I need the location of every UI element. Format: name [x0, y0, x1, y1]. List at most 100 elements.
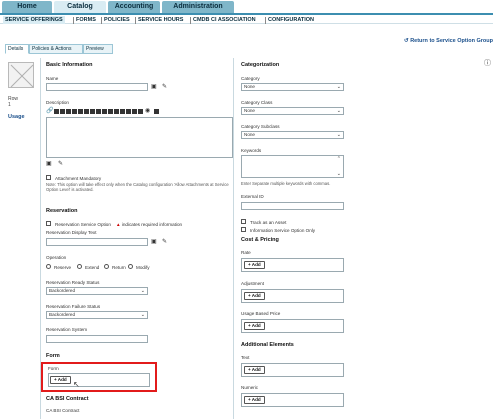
highlight-box	[41, 362, 157, 392]
subnav-configuration[interactable]: CONFIGURATION	[268, 17, 314, 23]
operation-modify-radio[interactable]	[128, 264, 133, 269]
numeric-element-label: Numeric	[241, 385, 259, 390]
description-textarea[interactable]	[46, 117, 233, 158]
reservation-ready-status-select[interactable]: Backordered ⌄	[46, 287, 148, 295]
form-heading: Form	[46, 353, 60, 359]
operation-extend-radio[interactable]	[77, 264, 82, 269]
add-rate-button[interactable]: + Add	[244, 261, 265, 269]
subnav-forms[interactable]: FORMS	[76, 17, 96, 23]
pencil-icon[interactable]: ✎	[162, 238, 167, 245]
subnav-service-offerings[interactable]: SERVICE OFFERINGS	[3, 16, 65, 24]
track-asset-label: Track as an Asset	[250, 220, 287, 225]
category-value: None	[244, 84, 255, 89]
operation-return-label: Return	[112, 265, 126, 270]
row-value: 1	[8, 102, 11, 108]
usage-based-price-label: Usage Based Price	[241, 311, 281, 316]
align-left-icon[interactable]	[78, 109, 83, 114]
information-only-checkbox[interactable]	[241, 227, 246, 232]
category-label: Category	[241, 76, 260, 81]
chevron-down-icon[interactable]: ⌄	[337, 171, 341, 177]
tab-details[interactable]: Details	[5, 44, 29, 54]
category-subclass-label: Category Subclass	[241, 124, 280, 129]
pencil-icon[interactable]: ✎	[58, 160, 63, 167]
category-select[interactable]: None ⌄	[241, 83, 344, 91]
adjustment-label: Adjustment	[241, 281, 264, 286]
reservation-system-input[interactable]	[46, 335, 148, 343]
bold-icon[interactable]	[54, 109, 59, 114]
additional-elements-heading: Additional Elements	[241, 342, 294, 348]
translate-icon[interactable]: ▣	[46, 160, 52, 167]
add-numeric-element-button[interactable]: + Add	[244, 396, 265, 404]
link-icon[interactable]: 🔗	[46, 107, 53, 114]
source-icon[interactable]	[154, 109, 159, 114]
table-icon[interactable]	[126, 109, 131, 114]
operation-reserve-radio[interactable]	[46, 264, 51, 269]
numbered-list-icon[interactable]	[108, 109, 113, 114]
return-icon: ↺	[404, 38, 409, 44]
help-icon[interactable]: ⓘ	[484, 58, 491, 68]
required-marker: ▲	[116, 222, 121, 227]
translate-icon[interactable]: ▣	[151, 238, 157, 245]
add-text-element-button[interactable]: + Add	[244, 366, 265, 374]
chevron-down-icon: ⌄	[140, 288, 145, 294]
return-to-service-option-group-link[interactable]: ↺ Return to Service Option Group	[404, 38, 493, 44]
text-color-icon[interactable]	[132, 109, 137, 114]
subnav-policies[interactable]: POLICIES	[104, 17, 130, 23]
sub-navigation: SERVICE OFFERINGS FORMS POLICIES SERVICE…	[0, 13, 493, 24]
outdent-icon[interactable]	[120, 109, 125, 114]
tab-catalog[interactable]: Catalog	[54, 1, 106, 13]
usage-link[interactable]: Usage	[8, 114, 25, 120]
category-class-label: Category Class	[241, 100, 273, 105]
tab-accounting[interactable]: Accounting	[108, 1, 160, 13]
pencil-icon[interactable]: ✎	[162, 83, 167, 90]
align-center-icon[interactable]	[84, 109, 89, 114]
operation-extend-label: Extend	[85, 265, 100, 270]
tab-policies-actions[interactable]: Policies & Actions	[29, 44, 83, 54]
reservation-display-text-input[interactable]	[46, 238, 148, 246]
keywords-textarea[interactable]: ⌃ ⌄	[241, 155, 344, 178]
category-class-value: None	[244, 108, 255, 113]
category-class-select[interactable]: None ⌄	[241, 107, 344, 115]
tab-home[interactable]: Home	[2, 1, 52, 13]
required-info-note: ▲ indicates required information	[116, 222, 182, 227]
add-adjustment-button[interactable]: + Add	[244, 292, 265, 300]
subnav-service-hours[interactable]: SERVICE HOURS	[138, 17, 183, 23]
indent-icon[interactable]	[114, 109, 119, 114]
chevron-up-icon[interactable]: ⌃	[337, 156, 341, 162]
category-subclass-select[interactable]: None ⌄	[241, 131, 344, 139]
bullet-list-icon[interactable]	[102, 109, 107, 114]
operation-return-radio[interactable]	[104, 264, 109, 269]
image-icon[interactable]: ◉	[145, 107, 150, 114]
ca-bsi-contract-heading: CA BSI Contract	[46, 396, 89, 402]
option-image-placeholder[interactable]	[8, 62, 34, 88]
operation-modify-label: Modify	[136, 265, 150, 270]
justify-icon[interactable]	[96, 109, 101, 114]
name-input[interactable]	[46, 83, 148, 91]
external-id-label: External ID	[241, 194, 264, 199]
attachment-mandatory-checkbox[interactable]	[46, 175, 51, 180]
return-link-label: Return to Service Option Group	[410, 38, 493, 44]
chevron-down-icon: ⌄	[336, 84, 341, 90]
reservation-ready-status-value: Backordered	[49, 288, 76, 293]
strikethrough-icon[interactable]	[72, 109, 77, 114]
italic-icon[interactable]	[60, 109, 65, 114]
cost-pricing-heading: Cost & Pricing	[241, 237, 279, 243]
align-right-icon[interactable]	[90, 109, 95, 114]
reservation-service-option-checkbox[interactable]	[46, 221, 51, 226]
information-only-label: Information Service Option Only	[250, 228, 316, 233]
subnav-cmdb-ci-association[interactable]: CMDB CI ASSOCIATION	[193, 17, 256, 23]
tab-preview[interactable]: Preview	[83, 44, 113, 54]
ca-bsi-contract-label: CA BSI Contract	[46, 408, 80, 413]
chevron-down-icon: ⌄	[336, 132, 341, 138]
highlight-icon[interactable]	[138, 109, 143, 114]
reservation-system-label: Reservation System	[46, 327, 88, 332]
underline-icon[interactable]	[66, 109, 71, 114]
track-asset-checkbox[interactable]	[241, 219, 246, 224]
translate-icon[interactable]: ▣	[151, 83, 157, 90]
categorization-heading: Categorization	[241, 62, 280, 68]
chevron-down-icon: ⌄	[336, 108, 341, 114]
tab-administration[interactable]: Administration	[162, 1, 234, 13]
add-usage-price-button[interactable]: + Add	[244, 322, 265, 330]
external-id-input[interactable]	[241, 202, 344, 210]
reservation-failure-status-select[interactable]: Backordered ⌄	[46, 311, 148, 319]
